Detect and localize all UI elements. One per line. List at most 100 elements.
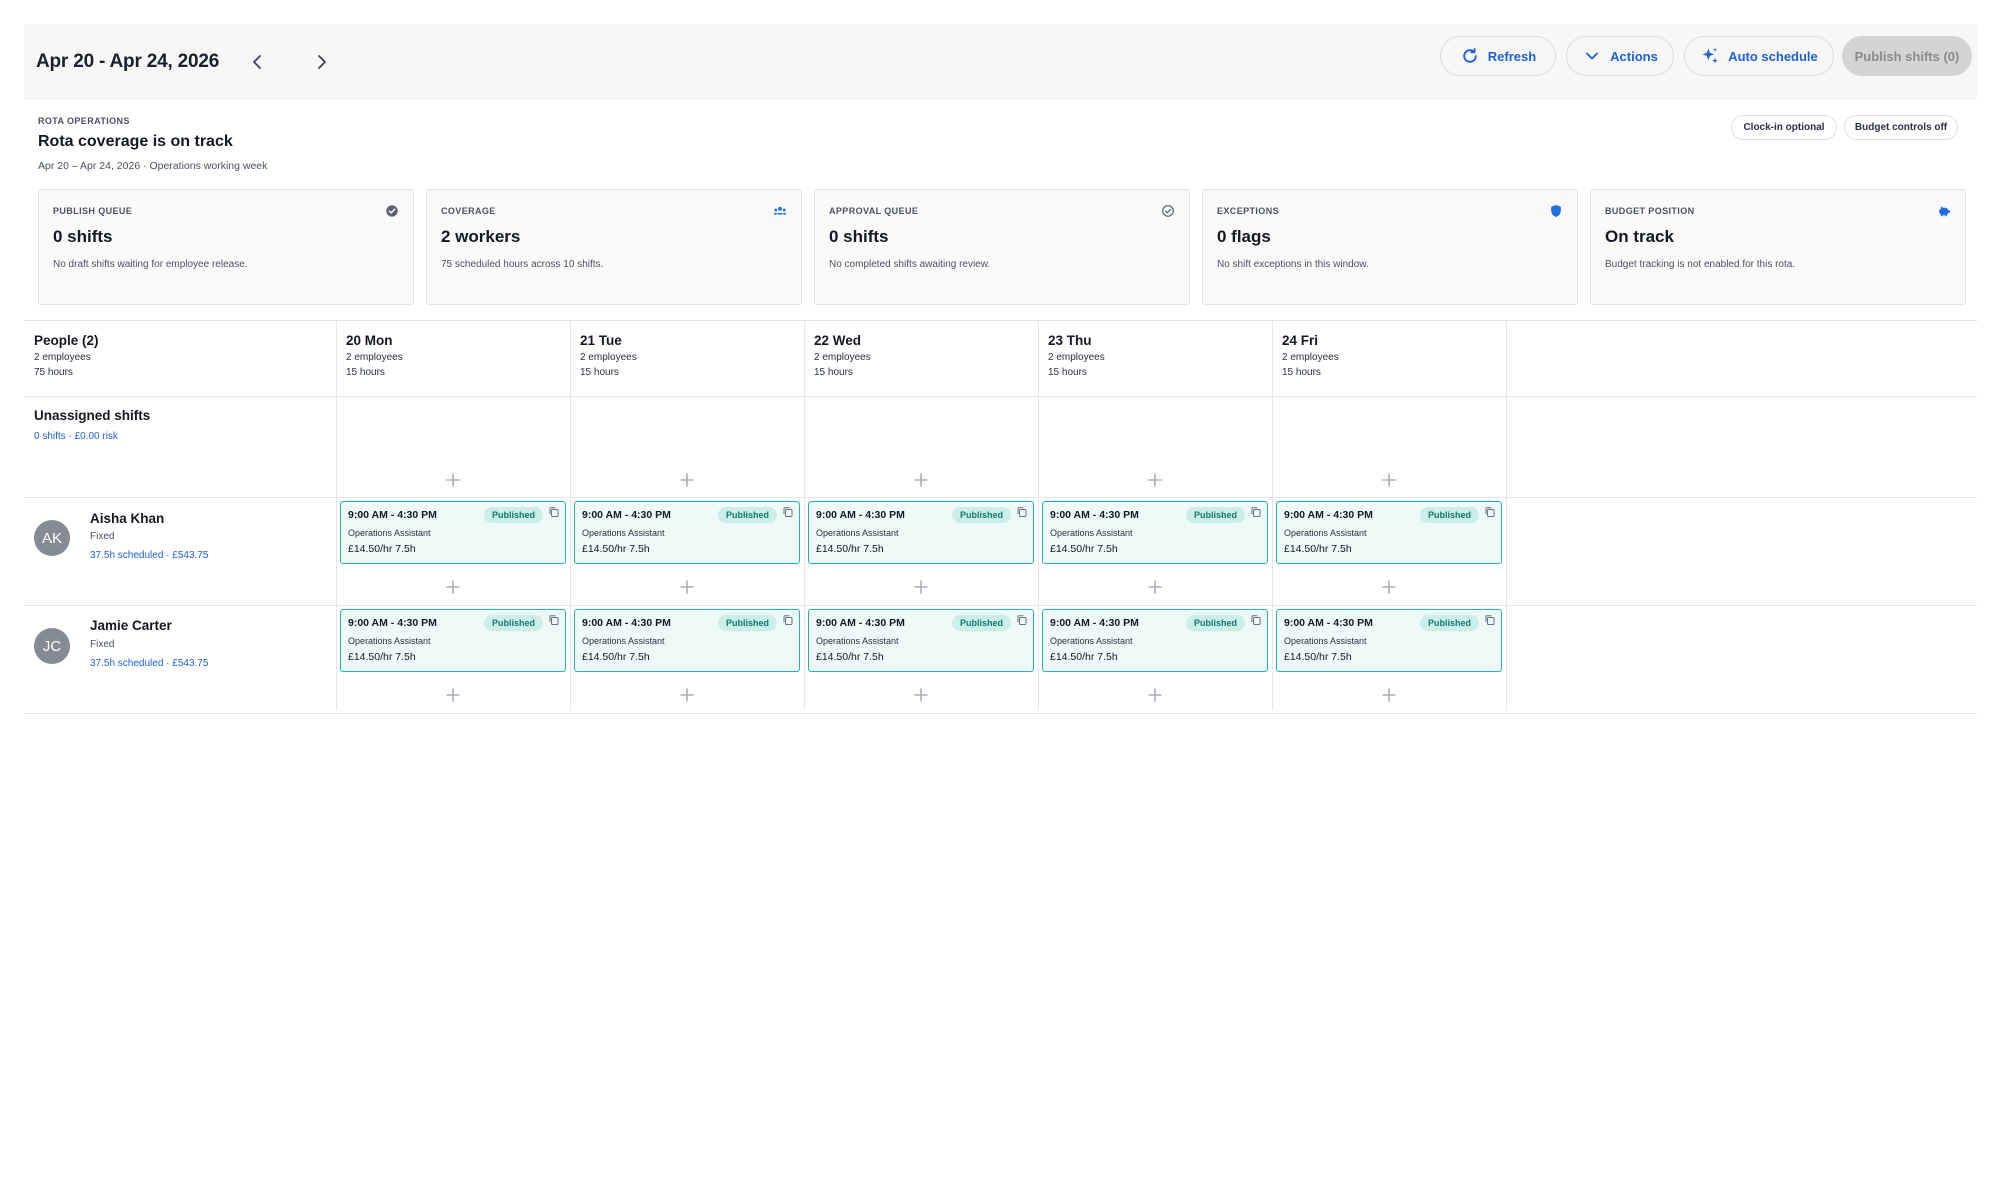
shift-rate: £14.50/hr 7.5h — [348, 543, 416, 555]
kpi-approval-queue: APPROVAL QUEUE 0 shifts No completed shi… — [814, 189, 1190, 305]
add-shift-button[interactable] — [1146, 686, 1164, 704]
status-badge: Published — [718, 615, 778, 631]
shift-card[interactable]: 9:00 AM - 4:30 PM Published Operations A… — [574, 609, 800, 672]
row-divider — [24, 497, 1977, 498]
shift-role: Operations Assistant — [348, 636, 431, 646]
shift-time: 9:00 AM - 4:30 PM — [1050, 617, 1139, 629]
day-column-header-mon[interactable]: 20 Mon 2 employees 15 hours — [346, 333, 403, 379]
shift-card[interactable]: 9:00 AM - 4:30 PM Published Operations A… — [574, 501, 800, 564]
day-column-header-wed[interactable]: 22 Wed 2 employees 15 hours — [814, 333, 871, 379]
plus-icon — [1382, 688, 1396, 702]
auto-schedule-label: Auto schedule — [1728, 48, 1818, 64]
kpi-publish-queue: PUBLISH QUEUE 0 shifts No draft shifts w… — [38, 189, 414, 305]
shift-role: Operations Assistant — [816, 636, 899, 646]
add-shift-button[interactable] — [1380, 471, 1398, 489]
shift-rate: £14.50/hr 7.5h — [582, 543, 650, 555]
day-column-header-thu[interactable]: 23 Thu 2 employees 15 hours — [1048, 333, 1105, 379]
day-column-header-tue[interactable]: 21 Tue 2 employees 15 hours — [580, 333, 637, 379]
coverage-headline: Rota coverage is on track — [38, 133, 233, 150]
shift-card[interactable]: 9:00 AM - 4:30 PM Published Operations A… — [340, 609, 566, 672]
people-column-header: People (2) 2 employees 75 hours — [34, 333, 99, 379]
plus-icon — [1382, 580, 1396, 594]
add-shift-button[interactable] — [444, 686, 462, 704]
auto-schedule-button[interactable]: Auto schedule — [1684, 36, 1834, 76]
kpi-label: COVERAGE — [441, 206, 496, 216]
employee-name[interactable]: Aisha Khan — [90, 511, 164, 526]
employee-name[interactable]: Jamie Carter — [90, 618, 172, 633]
shift-card[interactable]: 9:00 AM - 4:30 PM Published Operations A… — [1042, 609, 1268, 672]
copy-icon[interactable] — [1484, 505, 1496, 517]
shift-rate: £14.50/hr 7.5h — [582, 651, 650, 663]
previous-week-button[interactable] — [245, 50, 269, 74]
kpi-description: Budget tracking is not enabled for this … — [1605, 259, 1796, 270]
budget-controls-pill[interactable]: Budget controls off — [1844, 115, 1958, 140]
add-shift-button[interactable] — [912, 686, 930, 704]
copy-icon[interactable] — [548, 505, 560, 517]
shift-rate: £14.50/hr 7.5h — [1284, 651, 1352, 663]
add-shift-button[interactable] — [912, 578, 930, 596]
copy-icon[interactable] — [1250, 613, 1262, 625]
add-shift-button[interactable] — [678, 578, 696, 596]
copy-icon[interactable] — [1250, 505, 1262, 517]
actions-button[interactable]: Actions — [1566, 36, 1674, 76]
day-column-header-fri[interactable]: 24 Fri 2 employees 15 hours — [1282, 333, 1339, 379]
shift-card[interactable]: 9:00 AM - 4:30 PM Published Operations A… — [1276, 501, 1502, 564]
shift-time: 9:00 AM - 4:30 PM — [582, 617, 671, 629]
add-shift-button[interactable] — [678, 471, 696, 489]
shift-card[interactable]: 9:00 AM - 4:30 PM Published Operations A… — [340, 501, 566, 564]
refresh-icon — [1463, 48, 1477, 63]
kpi-label: PUBLISH QUEUE — [53, 206, 133, 216]
kpi-label: BUDGET POSITION — [1605, 206, 1695, 216]
publish-shifts-button[interactable]: Publish shifts (0) — [1842, 36, 1972, 76]
add-shift-button[interactable] — [444, 578, 462, 596]
kpi-exceptions: EXCEPTIONS 0 flags No shift exceptions i… — [1202, 189, 1578, 305]
add-shift-button[interactable] — [444, 471, 462, 489]
shift-time: 9:00 AM - 4:30 PM — [1284, 617, 1373, 629]
check-circle-icon — [1161, 204, 1175, 218]
add-shift-button[interactable] — [912, 471, 930, 489]
shift-card[interactable]: 9:00 AM - 4:30 PM Published Operations A… — [808, 609, 1034, 672]
status-badge: Published — [1186, 615, 1246, 631]
row-divider — [24, 396, 1977, 397]
shift-role: Operations Assistant — [582, 528, 665, 538]
copy-icon[interactable] — [1016, 613, 1028, 625]
sparkles-icon — [1702, 47, 1719, 64]
people-header-employees: 2 employees — [34, 352, 91, 363]
next-week-button[interactable] — [310, 50, 334, 74]
kpi-description: 75 scheduled hours across 10 shifts. — [441, 259, 604, 270]
kpi-description: No draft shifts waiting for employee rel… — [53, 259, 248, 270]
day-employees: 2 employees — [814, 352, 871, 363]
kpi-value: 0 shifts — [829, 227, 889, 246]
clock-in-pill[interactable]: Clock-in optional — [1731, 115, 1837, 140]
add-shift-button[interactable] — [1146, 578, 1164, 596]
shift-card[interactable]: 9:00 AM - 4:30 PM Published Operations A… — [808, 501, 1034, 564]
kpi-value: 0 flags — [1217, 227, 1271, 246]
kpi-label: APPROVAL QUEUE — [829, 206, 919, 216]
shift-time: 9:00 AM - 4:30 PM — [348, 617, 437, 629]
plus-icon — [680, 580, 694, 594]
copy-icon[interactable] — [782, 613, 794, 625]
shift-time: 9:00 AM - 4:30 PM — [1284, 509, 1373, 521]
copy-icon[interactable] — [548, 613, 560, 625]
column-divider — [1272, 321, 1273, 710]
add-shift-button[interactable] — [678, 686, 696, 704]
shift-card[interactable]: 9:00 AM - 4:30 PM Published Operations A… — [1042, 501, 1268, 564]
kpi-coverage: COVERAGE 2 workers 75 scheduled hours ac… — [426, 189, 802, 305]
shift-rate: £14.50/hr 7.5h — [348, 651, 416, 663]
refresh-button[interactable]: Refresh — [1440, 36, 1556, 76]
avatar: JC — [34, 628, 70, 664]
plus-icon — [1382, 473, 1396, 487]
add-shift-button[interactable] — [1380, 686, 1398, 704]
day-title: 22 Wed — [814, 333, 862, 348]
add-shift-button[interactable] — [1380, 578, 1398, 596]
copy-icon[interactable] — [1484, 613, 1496, 625]
shift-card[interactable]: 9:00 AM - 4:30 PM Published Operations A… — [1276, 609, 1502, 672]
day-employees: 2 employees — [346, 352, 403, 363]
add-shift-button[interactable] — [1146, 471, 1164, 489]
grid-top-divider — [24, 320, 1977, 321]
actions-label: Actions — [1610, 48, 1658, 64]
day-employees: 2 employees — [1282, 352, 1339, 363]
copy-icon[interactable] — [1016, 505, 1028, 517]
shield-icon — [1549, 204, 1563, 218]
copy-icon[interactable] — [782, 505, 794, 517]
